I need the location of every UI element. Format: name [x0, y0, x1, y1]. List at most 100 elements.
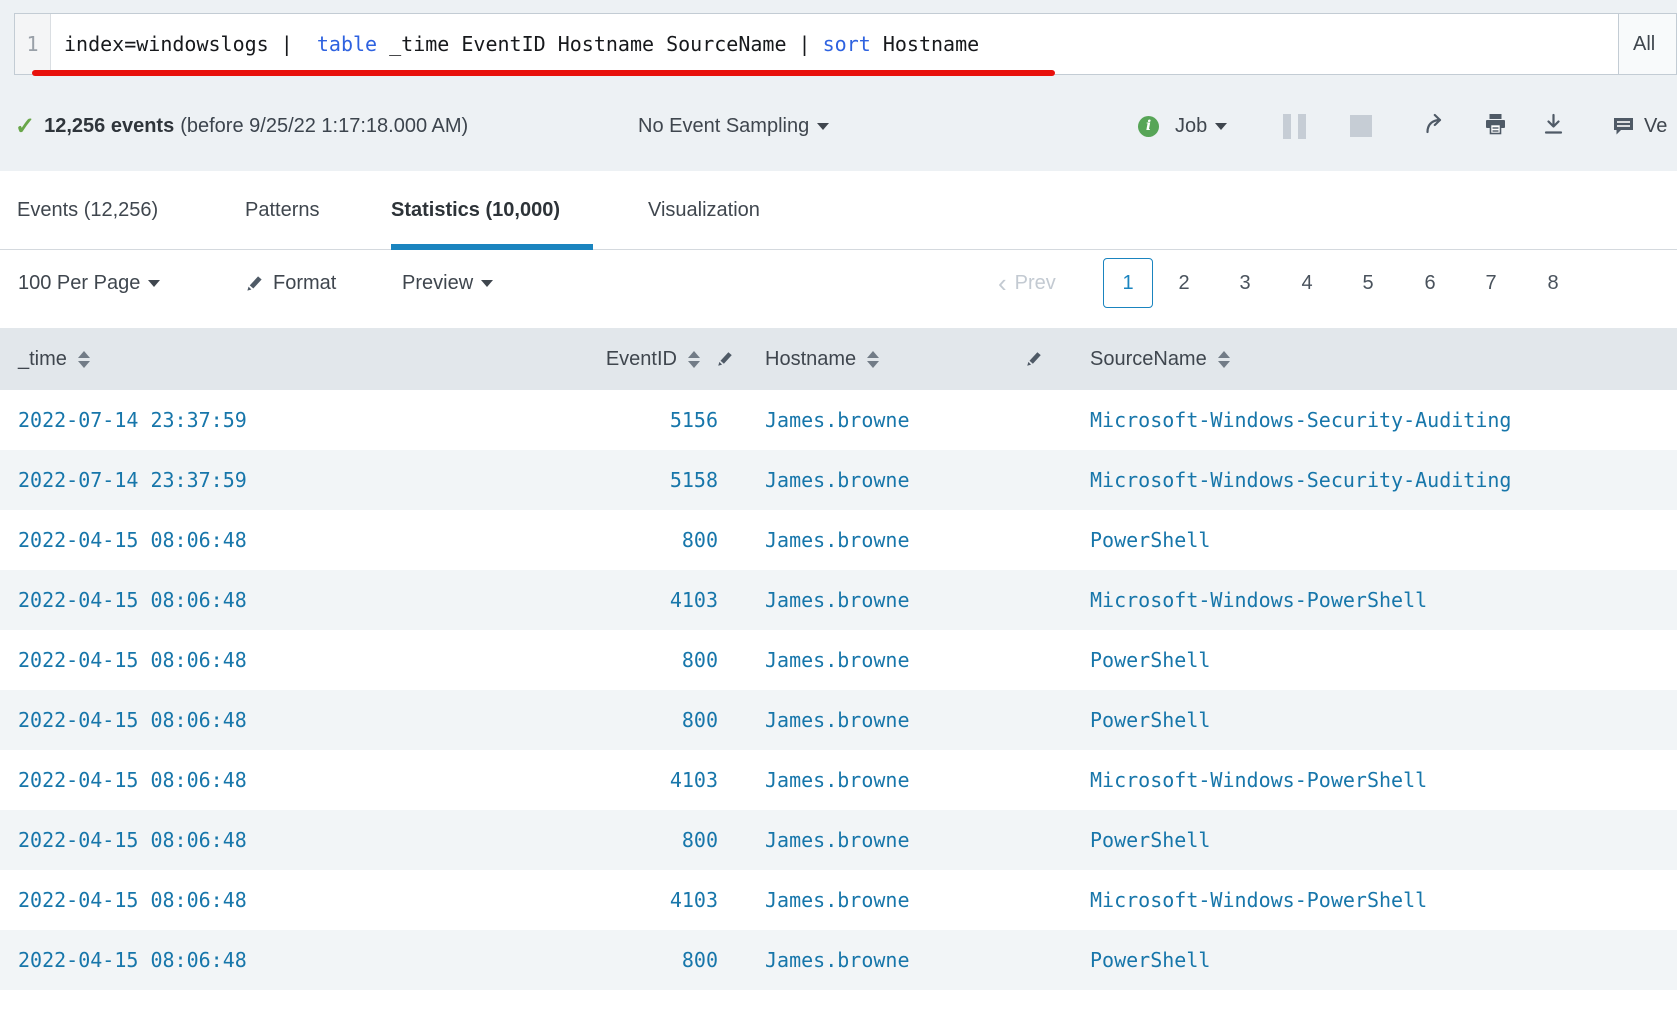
- column-header-time[interactable]: _time: [18, 328, 90, 390]
- cell-eventid[interactable]: 4103: [540, 570, 718, 630]
- cell-sourcename[interactable]: Microsoft-Windows-PowerShell: [1090, 870, 1427, 930]
- cell-hostname[interactable]: James.browne: [765, 750, 910, 810]
- print-button[interactable]: [1484, 99, 1507, 153]
- cell-eventid[interactable]: 4103: [540, 870, 718, 930]
- job-dropdown[interactable]: Job: [1175, 99, 1227, 153]
- page-number: 7: [1485, 272, 1496, 295]
- pause-icon: [1283, 114, 1306, 139]
- column-header-sourcename[interactable]: SourceName: [1090, 328, 1230, 390]
- table-header: _time EventID Hostname SourceName: [0, 328, 1677, 390]
- pagination-page-8[interactable]: 8: [1538, 250, 1568, 316]
- cell-sourcename[interactable]: Microsoft-Windows-Security-Auditing: [1090, 390, 1511, 450]
- cell-time[interactable]: 2022-07-14 23:37:59: [18, 390, 247, 450]
- cell-hostname[interactable]: James.browne: [765, 390, 910, 450]
- cell-hostname[interactable]: James.browne: [765, 870, 910, 930]
- cell-time[interactable]: 2022-04-15 08:06:48: [18, 690, 247, 750]
- cell-time[interactable]: 2022-04-15 08:06:48: [18, 750, 247, 810]
- cell-eventid[interactable]: 5156: [540, 390, 718, 450]
- cell-eventid[interactable]: 800: [540, 690, 718, 750]
- per-page-dropdown[interactable]: 100 Per Page: [18, 250, 160, 316]
- column-label: Hostname: [765, 348, 856, 371]
- time-range-picker[interactable]: All: [1618, 14, 1676, 74]
- query-keyword-sort: sort: [823, 32, 871, 56]
- column-header-eventid[interactable]: EventID: [480, 328, 700, 390]
- search-input[interactable]: index=windowslogs | table _time EventID …: [51, 14, 1618, 74]
- column-label: _time: [18, 348, 67, 371]
- pencil-icon: [245, 274, 264, 293]
- tab-visualization[interactable]: Visualization: [648, 171, 760, 250]
- chevron-down-icon: [817, 123, 829, 130]
- cell-sourcename[interactable]: PowerShell: [1090, 810, 1210, 870]
- tab-statistics[interactable]: Statistics (10,000): [391, 171, 560, 250]
- query-segment: index=windowslogs |: [64, 32, 317, 56]
- pagination-page-7[interactable]: 7: [1476, 250, 1506, 316]
- tab-events[interactable]: Events (12,256): [17, 171, 158, 250]
- cell-time[interactable]: 2022-04-15 08:06:48: [18, 510, 247, 570]
- cell-hostname[interactable]: James.browne: [765, 690, 910, 750]
- cell-hostname[interactable]: James.browne: [765, 450, 910, 510]
- cell-time[interactable]: 2022-04-15 08:06:48: [18, 810, 247, 870]
- chevron-down-icon: [148, 280, 160, 287]
- pagination-page-2[interactable]: 2: [1169, 250, 1199, 316]
- table-row: 2022-04-15 08:06:48 800 James.browne Pow…: [0, 690, 1677, 750]
- cell-eventid[interactable]: 5158: [540, 450, 718, 510]
- cell-eventid[interactable]: 800: [540, 930, 718, 990]
- cell-hostname[interactable]: James.browne: [765, 510, 910, 570]
- cell-hostname[interactable]: James.browne: [765, 930, 910, 990]
- tab-label: Events (12,256): [17, 199, 158, 222]
- cell-sourcename[interactable]: PowerShell: [1090, 930, 1210, 990]
- info-icon: i: [1138, 116, 1159, 137]
- column-header-hostname[interactable]: Hostname: [765, 328, 879, 390]
- search-mode-label: Ve: [1644, 115, 1667, 138]
- pause-button[interactable]: [1283, 99, 1306, 153]
- pagination-prev[interactable]: ‹ Prev: [998, 250, 1056, 316]
- edit-column-eventid-icon[interactable]: [716, 328, 734, 390]
- job-info-icon: i: [1138, 99, 1159, 153]
- check-icon: ✓: [15, 112, 35, 141]
- event-count-suffix: (before 9/25/22 1:17:18.000 AM): [180, 115, 468, 138]
- pagination-page-3[interactable]: 3: [1230, 250, 1260, 316]
- export-button[interactable]: [1543, 99, 1564, 153]
- preview-dropdown[interactable]: Preview: [402, 250, 493, 316]
- cell-time[interactable]: 2022-04-15 08:06:48: [18, 570, 247, 630]
- pagination-page-6[interactable]: 6: [1415, 250, 1445, 316]
- edit-column-hostname-icon[interactable]: [1025, 328, 1043, 390]
- table-row: 2022-07-14 23:37:59 5158 James.browne Mi…: [0, 450, 1677, 510]
- annotation-red-underline: [32, 70, 1055, 76]
- cell-sourcename[interactable]: PowerShell: [1090, 510, 1210, 570]
- share-button[interactable]: [1424, 99, 1448, 153]
- cell-hostname[interactable]: James.browne: [765, 570, 910, 630]
- page-number: 2: [1178, 272, 1189, 295]
- search-mode-dropdown[interactable]: Ve: [1612, 99, 1667, 153]
- cell-sourcename[interactable]: PowerShell: [1090, 690, 1210, 750]
- cell-time[interactable]: 2022-04-15 08:06:48: [18, 930, 247, 990]
- cell-sourcename[interactable]: Microsoft-Windows-PowerShell: [1090, 750, 1427, 810]
- cell-time[interactable]: 2022-07-14 23:37:59: [18, 450, 247, 510]
- cell-sourcename[interactable]: PowerShell: [1090, 630, 1210, 690]
- print-icon: [1484, 113, 1507, 140]
- cell-sourcename[interactable]: Microsoft-Windows-PowerShell: [1090, 570, 1427, 630]
- tab-patterns[interactable]: Patterns: [245, 171, 319, 250]
- cell-hostname[interactable]: James.browne: [765, 630, 910, 690]
- format-button[interactable]: Format: [245, 250, 336, 316]
- cell-eventid[interactable]: 800: [540, 810, 718, 870]
- tab-label: Patterns: [245, 199, 319, 222]
- event-sampling-dropdown[interactable]: No Event Sampling: [638, 99, 829, 153]
- chevron-left-icon: ‹: [998, 270, 1007, 296]
- cell-eventid[interactable]: 4103: [540, 750, 718, 810]
- query-segment: Hostname: [871, 32, 979, 56]
- cell-eventid[interactable]: 800: [540, 510, 718, 570]
- cell-time[interactable]: 2022-04-15 08:06:48: [18, 630, 247, 690]
- cell-hostname[interactable]: James.browne: [765, 810, 910, 870]
- page-number: 8: [1547, 272, 1558, 295]
- table-row: 2022-04-15 08:06:48 4103 James.browne Mi…: [0, 570, 1677, 630]
- cell-sourcename[interactable]: Microsoft-Windows-Security-Auditing: [1090, 450, 1511, 510]
- cell-time[interactable]: 2022-04-15 08:06:48: [18, 870, 247, 930]
- pagination-page-1[interactable]: 1: [1103, 258, 1153, 308]
- page-number: 5: [1362, 272, 1373, 295]
- pagination-page-4[interactable]: 4: [1292, 250, 1322, 316]
- pagination-page-5[interactable]: 5: [1353, 250, 1383, 316]
- event-sampling-label: No Event Sampling: [638, 115, 809, 138]
- cell-eventid[interactable]: 800: [540, 630, 718, 690]
- stop-button[interactable]: [1350, 99, 1372, 153]
